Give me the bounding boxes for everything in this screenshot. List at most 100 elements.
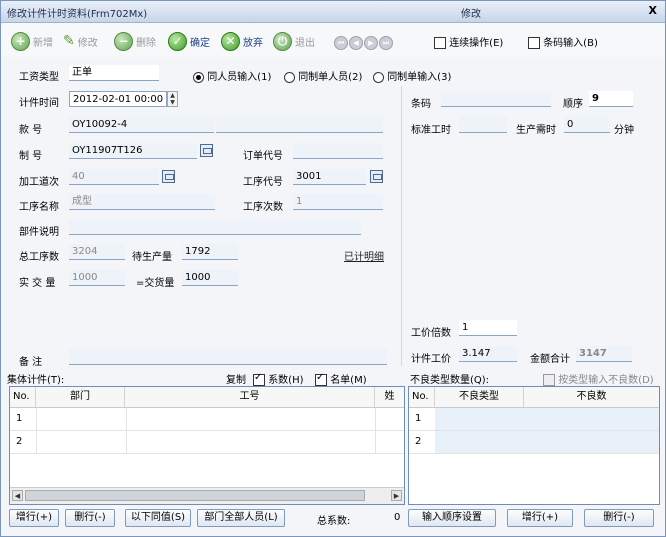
seq-setting-button[interactable]: 输入顺序设置	[408, 509, 496, 527]
edit-button[interactable]: ✎ 修改	[63, 30, 98, 52]
radio-same-order-person-dot[interactable]	[284, 71, 295, 83]
scroll-left-icon[interactable]: ◀	[12, 490, 23, 501]
unit-price-label: 计件工价	[411, 354, 451, 365]
col-dept-header: 部门	[36, 387, 125, 407]
col-no-header: No.	[10, 387, 36, 407]
record-nav: ⏮ ◀ ▶ ⏭	[334, 36, 394, 50]
minus-icon: −	[114, 31, 133, 51]
abandon-button[interactable]: ✕ 放弃	[221, 30, 263, 52]
roster-toggle[interactable]: 名单(M)	[315, 371, 367, 386]
barcode-toggle[interactable]: 条码输入(B)	[528, 34, 598, 49]
radio-same-order-input[interactable]: 同制单输入(3)	[373, 68, 451, 83]
radio-same-order-input-dot[interactable]	[373, 71, 384, 83]
route-field[interactable]: 40	[69, 169, 159, 185]
seq-field[interactable]: 9	[589, 91, 633, 107]
proc-times-field[interactable]: 1	[293, 194, 383, 210]
delete-button[interactable]: − 删除	[114, 30, 156, 52]
barcode-field[interactable]	[441, 91, 551, 107]
total-proc-field[interactable]: 3204	[69, 244, 125, 260]
wage-type-label: 工资类型	[19, 72, 59, 83]
actual-field[interactable]: 1000	[69, 270, 125, 286]
time-field[interactable]: 2012-02-01 00:00	[69, 91, 167, 107]
total-coef-label: 总系数:	[317, 516, 351, 527]
defect-by-type-checkbox[interactable]	[543, 374, 555, 386]
amount-label: 金额合计	[530, 354, 570, 365]
time-label: 计件时间	[19, 98, 59, 109]
toolbar: + 新增 ✎ 修改 − 删除 ✓ 确定 ✕ 放弃 ⏻ 退出 ⏮ ◀ ▶ ⏭ 连续…	[1, 23, 665, 57]
barcode-checkbox[interactable]	[528, 37, 540, 49]
actual-label: 实 交 量	[19, 278, 56, 289]
pencil-icon: ✎	[63, 33, 75, 49]
confirm-button[interactable]: ✓ 确定	[168, 30, 210, 52]
add-button[interactable]: + 新增	[11, 30, 53, 52]
style-desc-field[interactable]	[216, 117, 383, 133]
seq-label: 顺序	[563, 99, 583, 110]
continuous-toggle[interactable]: 连续操作(E)	[434, 34, 503, 49]
coef-toggle[interactable]: 系数(H)	[253, 371, 304, 386]
scroll-thumb[interactable]	[25, 490, 365, 501]
continuous-checkbox[interactable]	[434, 37, 446, 49]
radio-same-person[interactable]: 同人员输入(1)	[193, 68, 271, 83]
scroll-right-icon[interactable]: ▶	[391, 490, 402, 501]
x-circle-icon: ✕	[221, 31, 240, 51]
order-no-field[interactable]	[293, 143, 383, 159]
radio-same-person-dot[interactable]	[193, 71, 204, 83]
total-proc-label: 总工序数	[19, 252, 59, 263]
group-grid[interactable]: No. 部门 工号 姓 1 2 ◀ ▶	[9, 386, 405, 505]
defect-col-qty-header: 不良数	[576, 391, 607, 402]
power-icon: ⏻	[273, 31, 292, 51]
proc-code-field[interactable]: 3001	[293, 169, 366, 185]
col-id-header: 工号	[125, 387, 375, 407]
proc-code-picker-icon[interactable]	[370, 170, 383, 183]
coef-checkbox[interactable]	[253, 372, 265, 386]
unit-price-field[interactable]: 3.147	[459, 346, 517, 362]
add-row-button[interactable]: 增行(+)	[9, 509, 59, 527]
next-record-icon[interactable]: ▶	[364, 36, 378, 50]
style-field[interactable]: OY10092-4	[69, 117, 214, 133]
defect-by-type-toggle[interactable]: 按类型输入不良数(D)	[543, 371, 654, 386]
std-time-label: 标准工时	[411, 125, 451, 136]
pending-field[interactable]: 1792	[182, 244, 238, 260]
prev-record-icon[interactable]: ◀	[349, 36, 363, 50]
proc-name-label: 工序名称	[19, 202, 59, 213]
delivered-field[interactable]: 1000	[182, 270, 238, 286]
price-multi-field[interactable]: 1	[459, 320, 517, 336]
table-row[interactable]: 1	[409, 408, 659, 431]
proc-times-label: 工序次数	[243, 202, 283, 213]
check-icon: ✓	[168, 31, 187, 51]
amount-field[interactable]: 3147	[576, 346, 632, 362]
group-grid-hscroll[interactable]: ◀ ▶	[10, 487, 404, 504]
order-field[interactable]: OY11907T126	[69, 143, 197, 159]
remark-field[interactable]	[69, 349, 387, 365]
order-picker-icon[interactable]	[200, 144, 213, 157]
table-row[interactable]: 1	[10, 408, 404, 431]
table-row[interactable]: 2	[10, 431, 404, 454]
prod-time-field[interactable]: 0	[564, 117, 610, 133]
proc-name-field[interactable]: 成型	[69, 194, 215, 210]
exit-button[interactable]: ⏻ 退出	[273, 30, 315, 52]
route-label: 加工道次	[19, 177, 59, 188]
close-button[interactable]: X	[649, 4, 657, 17]
price-multi-label: 工价倍数	[411, 328, 451, 339]
defect-delete-row-button[interactable]: 删行(-)	[584, 509, 654, 527]
defect-grid[interactable]: No. 不良类型 不良数 1 2	[408, 386, 660, 505]
defect-add-row-button[interactable]: 增行(+)	[507, 509, 573, 527]
wage-type-field[interactable]: 正单	[69, 65, 159, 81]
barcode-label: 条码	[411, 99, 431, 110]
fill-same-button[interactable]: 以下同值(S)	[125, 509, 191, 527]
std-time-field[interactable]	[459, 117, 507, 133]
first-record-icon[interactable]: ⏮	[334, 36, 348, 50]
delete-row-button[interactable]: 删行(-)	[65, 509, 115, 527]
window-mode: 修改	[461, 9, 481, 20]
roster-checkbox[interactable]	[315, 372, 327, 386]
radio-same-order-person[interactable]: 同制单人员(2)	[284, 68, 362, 83]
time-spinner[interactable]: ▲ ▼	[167, 91, 178, 107]
table-row[interactable]: 2	[409, 431, 659, 454]
part-label: 部件说明	[19, 227, 59, 238]
route-picker-icon[interactable]	[162, 170, 175, 183]
dialog-window: 修改计件计时资料(Frm702Mx) 修改 X + 新增 ✎ 修改 − 删除 ✓…	[0, 0, 666, 537]
detail-link[interactable]: 已计明细	[344, 248, 384, 263]
part-field[interactable]	[69, 219, 361, 235]
last-record-icon[interactable]: ⏭	[379, 36, 393, 50]
all-dept-button[interactable]: 部门全部人员(L)	[197, 509, 285, 527]
